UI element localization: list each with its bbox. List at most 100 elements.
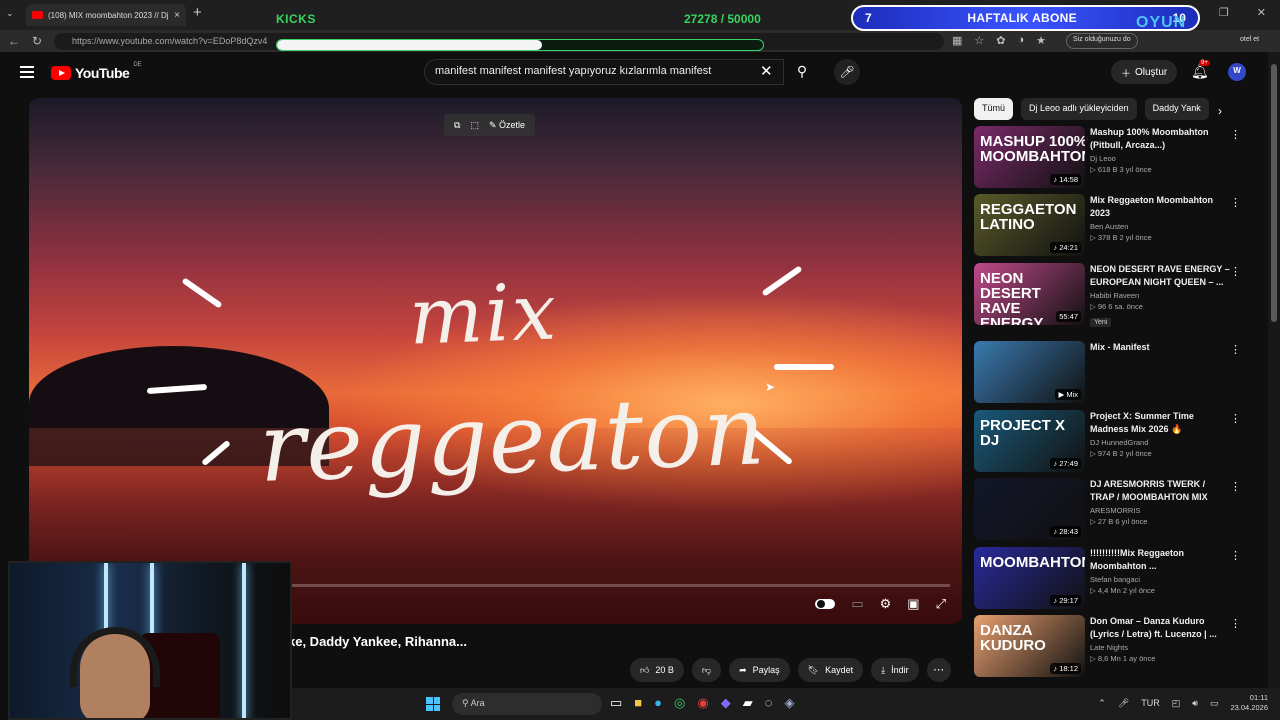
- network-icon[interactable]: ◰: [1172, 698, 1181, 709]
- more-options-icon[interactable]: ⋮: [1230, 196, 1241, 209]
- close-window-icon[interactable]: ✕: [1257, 6, 1266, 19]
- back-icon[interactable]: ←: [8, 34, 20, 48]
- suggestion-channel[interactable]: Dj Leoo: [1090, 154, 1230, 163]
- suggestion-title[interactable]: NEON DESERT RAVE ENERGY – EUROPEAN NIGHT…: [1090, 263, 1230, 289]
- maximize-icon[interactable]: ❐: [1219, 6, 1229, 19]
- suggestion-item[interactable]: NEON DESERT RAVE ENERGY 55:47 NEON DESERT …: [974, 263, 1254, 327]
- summarize-button[interactable]: ✎ Özetle: [489, 120, 525, 131]
- clock[interactable]: 01:11 23.04.2026: [1230, 693, 1268, 713]
- clear-search-icon[interactable]: ✕: [760, 62, 773, 80]
- reload-icon[interactable]: ↻: [32, 34, 42, 48]
- suggestion-channel[interactable]: DJ HunnedGrand: [1090, 438, 1230, 447]
- save-button[interactable]: 🔖︎ Kaydet: [797, 658, 864, 682]
- apps-icon[interactable]: ▦: [952, 34, 962, 47]
- battery-icon[interactable]: ▭: [1210, 698, 1219, 709]
- autoplay-toggle[interactable]: [815, 599, 836, 609]
- tab-close-icon[interactable]: ×: [174, 10, 180, 21]
- avatar[interactable]: W: [1228, 63, 1246, 81]
- video-thumbnail[interactable]: REGGAETON LATINO ♪ 24:21: [974, 194, 1085, 256]
- suggestion-channel[interactable]: Stefan bangaci: [1090, 575, 1230, 584]
- suggestion-title[interactable]: Don Omar – Danza Kuduro (Lyrics / Letra)…: [1090, 615, 1230, 641]
- video-thumbnail[interactable]: PROJECT X DJ ♪ 27:49: [974, 410, 1085, 472]
- search-input[interactable]: manifest manifest manifest yapıyoruz kız…: [424, 59, 784, 85]
- video-thumbnail[interactable]: ▶ Mix: [974, 341, 1085, 403]
- suggestion-channel[interactable]: Late Nights: [1090, 643, 1230, 652]
- suggestion-title[interactable]: DJ ARESMORRIS TWERK / TRAP / MOOMBAHTON …: [1090, 478, 1230, 504]
- chevron-up-icon[interactable]: ⌃: [1098, 698, 1106, 709]
- suggestion-channel[interactable]: Habibi Raveen: [1090, 291, 1230, 300]
- more-options-icon[interactable]: ⋮: [1230, 549, 1241, 562]
- file-explorer-icon[interactable]: ■: [634, 695, 642, 711]
- miniplayer-icon[interactable]: ▣: [907, 596, 919, 612]
- suggestion-item[interactable]: MOOMBAHTON ♪ 29:17 !!!!!!!!!!Mix Reggaeton…: [974, 547, 1254, 611]
- taskbar-search[interactable]: ⚲ Ara: [452, 693, 602, 715]
- task-view-icon[interactable]: ▭: [610, 695, 622, 711]
- more-options-icon[interactable]: ⋮: [1230, 480, 1241, 493]
- more-actions-button[interactable]: ⋯: [926, 658, 951, 682]
- new-tab-button[interactable]: +: [193, 4, 202, 21]
- chip-daddy-yankee[interactable]: Daddy Yank: [1144, 98, 1209, 120]
- app-icon[interactable]: ▰: [743, 695, 753, 711]
- suggestion-item[interactable]: MASHUP 100% MOOMBAHTON ♪ 14:58 Mashup 100%…: [974, 126, 1254, 190]
- chevron-right-icon[interactable]: ›: [1218, 104, 1222, 118]
- page-scrollbar[interactable]: [1268, 52, 1280, 688]
- tab-list-icon[interactable]: ⌄: [6, 8, 14, 19]
- scrollbar-thumb[interactable]: [1271, 64, 1277, 322]
- visual-search-icon[interactable]: ⬚: [470, 120, 479, 131]
- copilot-icon[interactable]: ◑: [1018, 34, 1025, 47]
- suggestion-item[interactable]: ♪ 28:43 DJ ARESMORRIS TWERK / TRAP / MOOM…: [974, 478, 1254, 542]
- suggestion-item[interactable]: ▶ Mix Mix - Manifest ⋮: [974, 341, 1254, 405]
- more-options-icon[interactable]: ⋮: [1230, 343, 1241, 356]
- volume-icon[interactable]: 🔊︎: [1192, 698, 1198, 709]
- profile-prompt[interactable]: Siz olduğunuzu do: [1066, 33, 1138, 49]
- app-icon[interactable]: ◎: [674, 695, 685, 711]
- steam-icon[interactable]: ◈: [784, 695, 794, 711]
- more-options-icon[interactable]: ⋮: [1230, 128, 1241, 141]
- youtube-logo[interactable]: YouTube DE: [51, 62, 142, 81]
- video-thumbnail[interactable]: MOOMBAHTON ♪ 29:17: [974, 547, 1085, 609]
- collections-icon[interactable]: ★: [1036, 34, 1046, 47]
- video-thumbnail[interactable]: DANZA KUDURO ♪ 18:12: [974, 615, 1085, 677]
- dislike-button[interactable]: 👎︎: [691, 658, 722, 682]
- video-thumbnail[interactable]: MASHUP 100% MOOMBAHTON ♪ 14:58: [974, 126, 1085, 188]
- favorite-star-icon[interactable]: ☆: [974, 34, 984, 47]
- chip-all[interactable]: Tümü: [974, 98, 1014, 120]
- suggestion-title[interactable]: Mix Reggaeton Moombahton 2023: [1090, 194, 1230, 220]
- like-button[interactable]: 👍︎ 20 B: [630, 658, 684, 682]
- mic-icon[interactable]: 🎤︎: [834, 59, 860, 85]
- suggestion-channel[interactable]: ARESMORRIS: [1090, 506, 1230, 515]
- more-options-icon[interactable]: ⋮: [1230, 265, 1241, 278]
- menu-icon[interactable]: [20, 66, 34, 81]
- video-player[interactable]: mix reggeaton ⧉ ⬚ ✎ Özetle ➤ ▭ ⚙ ▣ ⤢: [29, 98, 962, 624]
- discord-icon[interactable]: ◆: [721, 695, 731, 711]
- chip-uploader[interactable]: Dj Leoo adlı yükleyiciden: [1021, 98, 1137, 120]
- share-button[interactable]: ➦ Paylaş: [729, 658, 790, 682]
- app-icon[interactable]: ◉: [697, 695, 708, 711]
- suggestion-title[interactable]: !!!!!!!!!!Mix Reggaeton Moombahton ...: [1090, 547, 1230, 573]
- suggestion-channel[interactable]: Ben Austen: [1090, 222, 1230, 231]
- settings-gear-icon[interactable]: ⚙: [880, 596, 892, 612]
- video-thumbnail[interactable]: NEON DESERT RAVE ENERGY 55:47: [974, 263, 1085, 325]
- suggestion-item[interactable]: PROJECT X DJ ♪ 27:49 Project X: Summer Tim…: [974, 410, 1254, 474]
- extensions-icon[interactable]: ✿: [996, 34, 1005, 47]
- app-icon[interactable]: ◌: [765, 695, 773, 711]
- edge-icon[interactable]: ●: [654, 695, 662, 711]
- search-icon[interactable]: ⚲: [786, 59, 818, 85]
- windows-start-icon[interactable]: [426, 697, 440, 711]
- download-button[interactable]: ⤓ İndir: [871, 658, 919, 682]
- more-options-icon[interactable]: ⋮: [1230, 412, 1241, 425]
- subtitles-icon[interactable]: ▭: [851, 596, 863, 612]
- screenshot-icon[interactable]: ⧉: [454, 120, 460, 131]
- suggestion-title[interactable]: Project X: Summer Time Madness Mix 2026 …: [1090, 410, 1230, 436]
- browser-tab[interactable]: (108) MIX moombahton 2023 // Dj ×: [26, 4, 186, 26]
- notifications-icon[interactable]: 🔔︎ 9+: [1191, 60, 1210, 80]
- suggestion-title[interactable]: Mashup 100% Moombahton (Pitbull, Arcaza.…: [1090, 126, 1230, 152]
- suggestion-title[interactable]: Mix - Manifest: [1090, 341, 1230, 354]
- fullscreen-icon[interactable]: ⤢: [936, 596, 946, 612]
- mic-tray-icon[interactable]: 🎤︎: [1118, 698, 1129, 709]
- suggestion-item[interactable]: DANZA KUDURO ♪ 18:12 Don Omar – Danza Kudu…: [974, 615, 1254, 679]
- suggestion-item[interactable]: REGGAETON LATINO ♪ 24:21 Mix Reggaeton Moo…: [974, 194, 1254, 258]
- more-options-icon[interactable]: ⋮: [1230, 617, 1241, 630]
- create-button[interactable]: ＋ Oluştur: [1111, 60, 1178, 84]
- video-thumbnail[interactable]: ♪ 28:43: [974, 478, 1085, 540]
